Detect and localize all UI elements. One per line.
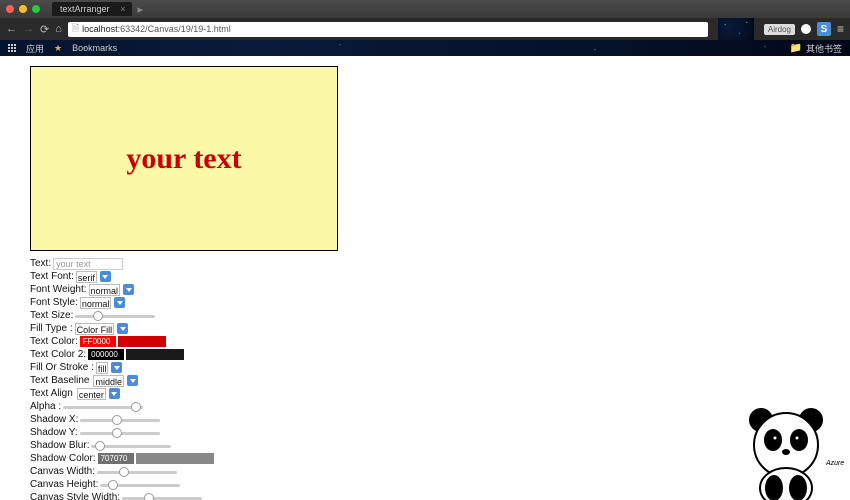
alpha-slider[interactable] xyxy=(63,402,143,412)
color2-swatch[interactable] xyxy=(126,349,184,360)
browser-tab[interactable]: textArranger × xyxy=(52,2,132,16)
chevron-down-icon[interactable] xyxy=(109,388,120,399)
apps-label[interactable]: 应用 xyxy=(26,42,44,55)
style-label: Font Style: xyxy=(30,296,78,309)
weight-select[interactable]: normal xyxy=(89,284,121,296)
chevron-down-icon[interactable] xyxy=(100,271,111,282)
maximize-window-button[interactable] xyxy=(32,5,40,13)
shadowy-label: Shadow Y: xyxy=(30,426,78,439)
canvasstylewidth-label: Canvas Style Width: xyxy=(30,491,120,500)
page-content: your text Text: Text Font: serif Font We… xyxy=(0,56,850,500)
canvasstylewidth-slider[interactable] xyxy=(122,493,202,500)
svg-text:Azure: Azure xyxy=(825,460,844,467)
new-tab-button[interactable]: ▸ xyxy=(138,3,144,16)
align-label: Text Align xyxy=(30,387,73,400)
url-path: :63342/Canvas/19/19-1.html xyxy=(118,24,231,34)
size-label: Text Size: xyxy=(30,309,73,322)
extension-dot-icon[interactable] xyxy=(801,24,811,34)
shadowcolor-label: Shadow Color: xyxy=(30,452,96,465)
menu-icon[interactable]: ≡ xyxy=(837,22,844,36)
chevron-down-icon[interactable] xyxy=(111,362,122,373)
baseline-select[interactable]: middle xyxy=(93,375,124,387)
color1-swatch[interactable] xyxy=(118,336,166,347)
shadowblur-slider[interactable] xyxy=(91,441,171,451)
fillorstroke-select[interactable]: fill xyxy=(96,362,109,374)
home-button[interactable]: ⌂ xyxy=(55,23,62,35)
canvasheight-label: Canvas Height: xyxy=(30,478,98,491)
airdog-extension[interactable]: Airdog xyxy=(764,24,795,35)
color1-input[interactable]: FF0000 xyxy=(80,336,116,347)
shadowy-slider[interactable] xyxy=(80,428,160,438)
shadowcolor-input[interactable]: 707070 xyxy=(98,453,134,464)
tab-title: textArranger xyxy=(60,4,110,14)
toolbar-background xyxy=(718,18,754,40)
forward-button[interactable]: → xyxy=(23,23,34,35)
color2-input[interactable]: 000000 xyxy=(88,349,124,360)
minimize-window-button[interactable] xyxy=(19,5,27,13)
url-host: localhost xyxy=(82,24,118,34)
chevron-down-icon[interactable] xyxy=(117,323,128,334)
text-input[interactable] xyxy=(53,258,123,270)
back-button[interactable]: ← xyxy=(6,23,17,35)
baseline-label: Text Baseline xyxy=(30,374,89,387)
shadowcolor-swatch[interactable] xyxy=(136,453,214,464)
color1-label: Text Color: xyxy=(30,335,78,348)
text-canvas: your text xyxy=(30,66,338,251)
shadowx-slider[interactable] xyxy=(80,415,160,425)
weight-label: Font Weight: xyxy=(30,283,87,296)
text-label: Text: xyxy=(30,257,51,270)
style-select[interactable]: normal xyxy=(80,297,112,309)
chevron-down-icon[interactable] xyxy=(114,297,125,308)
close-window-button[interactable] xyxy=(6,5,14,13)
folder-icon: 📁 xyxy=(790,43,802,54)
shadowx-label: Shadow X: xyxy=(30,413,78,426)
size-slider[interactable] xyxy=(75,311,155,321)
apps-icon[interactable] xyxy=(8,44,16,52)
panda-illustration: Azure xyxy=(726,400,846,500)
alpha-label: Alpha : xyxy=(30,400,61,413)
close-tab-icon[interactable]: × xyxy=(120,4,125,14)
font-select[interactable]: serif xyxy=(76,271,97,283)
fillorstroke-label: Fill Or Stroke : xyxy=(30,361,94,374)
other-bookmarks[interactable]: 其他书签 xyxy=(806,42,842,55)
window-titlebar: textArranger × ▸ xyxy=(0,0,850,18)
shadowblur-label: Shadow Blur: xyxy=(30,439,89,452)
traffic-lights xyxy=(6,5,40,13)
star-icon: ★ xyxy=(54,43,62,54)
file-icon: 🗎 xyxy=(72,21,79,37)
align-select[interactable]: center xyxy=(77,388,106,400)
chevron-down-icon[interactable] xyxy=(127,375,138,386)
s-extension-icon[interactable]: S xyxy=(817,22,831,36)
url-toolbar: ← → ⟳ ⌂ 🗎 localhost:63342/Canvas/19/19-1… xyxy=(0,18,850,40)
filltype-label: Fill Type : xyxy=(30,322,73,335)
canvaswidth-slider[interactable] xyxy=(97,467,177,477)
canvas-rendered-text: your text xyxy=(126,142,241,176)
reload-button[interactable]: ⟳ xyxy=(40,23,49,36)
canvasheight-slider[interactable] xyxy=(100,480,180,490)
filltype-select[interactable]: Color Fill xyxy=(75,323,115,335)
chevron-down-icon[interactable] xyxy=(123,284,134,295)
bookmarks-bar: 应用 ★ Bookmarks 📁 其他书签 xyxy=(0,40,850,56)
font-label: Text Font: xyxy=(30,270,74,283)
canvaswidth-label: Canvas Width: xyxy=(30,465,95,478)
url-input[interactable]: 🗎 localhost:63342/Canvas/19/19-1.html xyxy=(68,22,708,37)
color2-label: Text Color 2: xyxy=(30,348,86,361)
bookmarks-label[interactable]: Bookmarks xyxy=(72,43,117,53)
